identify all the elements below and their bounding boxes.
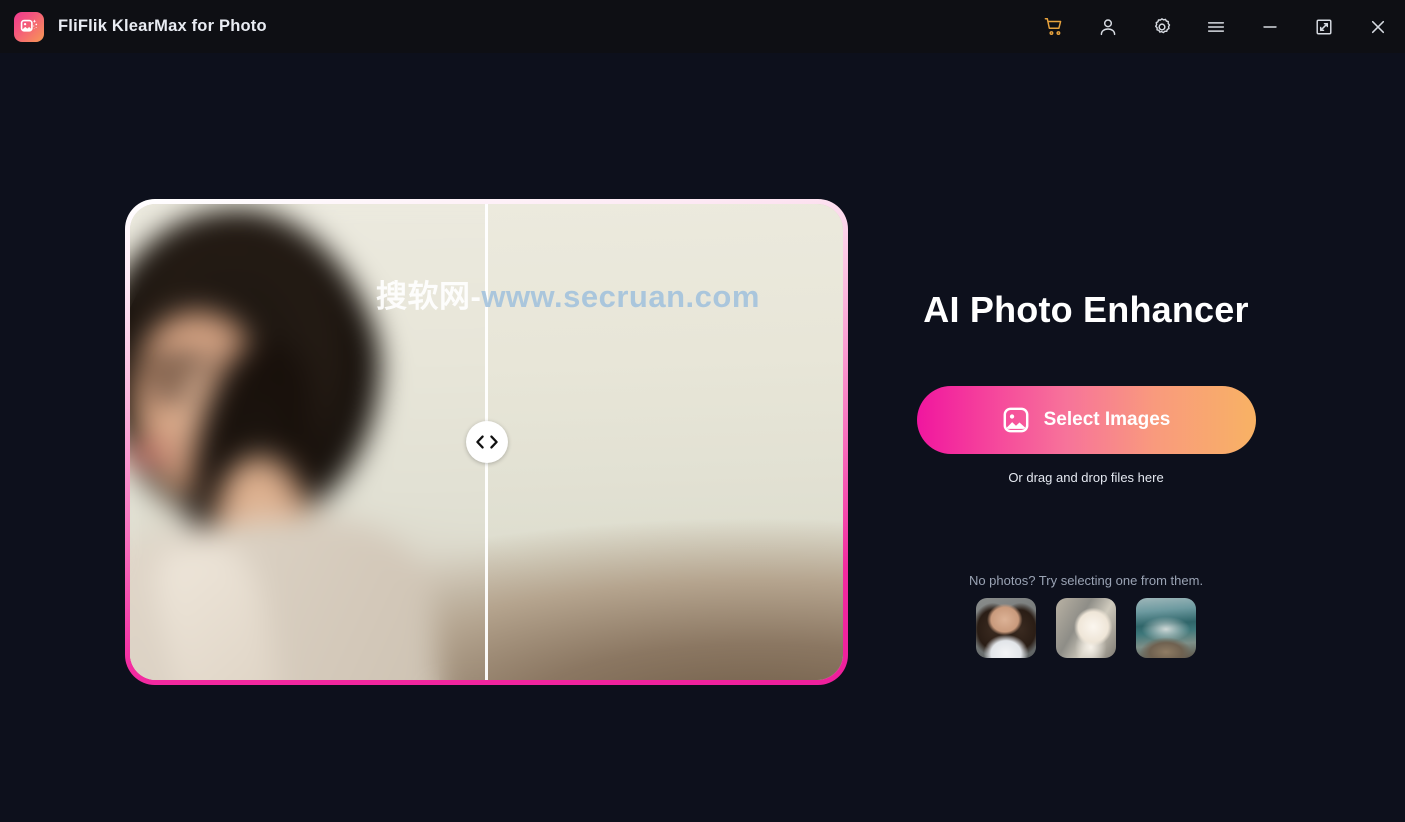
menu-hamburger-icon[interactable]	[1189, 0, 1243, 53]
samples-label: No photos? Try selecting one from them.	[968, 573, 1204, 588]
photo-sparkle-logo-icon	[14, 11, 44, 42]
sample-thumbnail-lake[interactable]	[1136, 598, 1196, 658]
main-stage: 搜软网-www.secruan.com AI Photo Enhancer Se…	[0, 53, 1405, 822]
window-controls	[1027, 0, 1405, 53]
app-title: FliFlik KlearMax for Photo	[58, 17, 267, 35]
minimize-icon[interactable]	[1243, 0, 1297, 53]
maximize-icon[interactable]	[1297, 0, 1351, 53]
page-title: AI Photo Enhancer	[923, 289, 1249, 330]
right-panel: AI Photo Enhancer Select Images Or drag …	[860, 199, 1312, 658]
sample-thumbnail-woman[interactable]	[976, 598, 1036, 658]
sample-thumbnails	[860, 598, 1312, 658]
select-images-button[interactable]: Select Images	[916, 386, 1256, 454]
sample-thumbnail-cat[interactable]	[1056, 598, 1116, 658]
before-after-preview-card[interactable]	[125, 199, 848, 685]
before-photo	[130, 204, 487, 680]
image-picture-icon	[1002, 406, 1030, 434]
before-photo-pane	[130, 204, 487, 680]
title-bar: FliFlik KlearMax for Photo	[0, 0, 1405, 53]
select-images-label: Select Images	[1043, 409, 1171, 430]
drag-drop-hint: Or drag and drop files here	[1008, 470, 1164, 485]
app-brand: FliFlik KlearMax for Photo	[0, 11, 267, 42]
close-icon[interactable]	[1351, 0, 1405, 53]
left-right-chevrons-icon[interactable]	[465, 421, 508, 463]
account-icon[interactable]	[1081, 0, 1135, 53]
settings-gear-icon[interactable]	[1135, 0, 1189, 53]
cart-icon[interactable]	[1027, 0, 1081, 53]
before-after-preview[interactable]	[130, 204, 843, 680]
